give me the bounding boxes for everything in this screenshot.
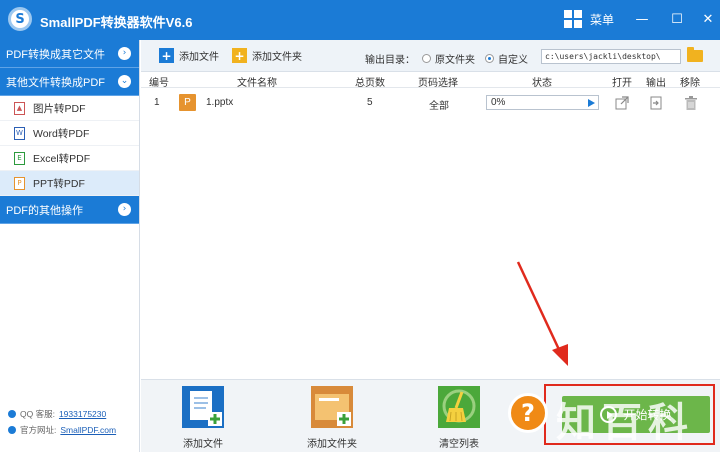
bottom-add-folder-label: 添加文件夹 — [307, 439, 357, 450]
sidebar-section-pdf-other-ops[interactable]: PDF的其他操作 › — [0, 196, 139, 224]
sidebar: PDF转换成其它文件 › 其他文件转换成PDF ⌄ ▲ 图片转PDF W Wor… — [0, 40, 140, 452]
ppt-file-icon: P — [179, 94, 196, 111]
clear-list-button[interactable]: 清空列表 — [424, 386, 494, 450]
table-header: 编号 文件名称 总页数 页码选择 状态 打开 输出 移除 — [141, 72, 720, 89]
output-icon[interactable] — [650, 96, 662, 110]
excel-file-icon: E — [14, 151, 25, 165]
row-page-select[interactable]: 全部 — [429, 97, 449, 112]
radio-custom-label: 自定义 — [498, 55, 528, 66]
sidebar-item-excel-to-pdf[interactable]: E Excel转PDF — [0, 146, 139, 171]
row-pages: 5 — [367, 97, 373, 108]
minimize-button[interactable]: — — [630, 8, 654, 30]
conversion-progress-bar: 0% — [486, 95, 599, 110]
add-file-button[interactable]: + 添加文件 — [159, 48, 219, 63]
folder-plus-icon: + — [232, 48, 247, 63]
toolbar: + 添加文件 + 添加文件夹 输出目录： 原文件夹 自定义 — [141, 40, 720, 72]
sidebar-item-ppt-to-pdf[interactable]: P PPT转PDF — [0, 171, 139, 196]
qq-icon — [8, 410, 16, 418]
start-convert-button[interactable]: 开始转换 — [562, 396, 710, 433]
col-open: 打开 — [612, 78, 632, 89]
bottom-add-file-button[interactable]: 添加文件 — [168, 386, 238, 450]
output-dir-label: 输出目录： — [365, 55, 415, 66]
radio-custom-folder[interactable]: 自定义 — [485, 51, 528, 66]
progress-text: 0% — [491, 97, 506, 108]
start-convert-highlight[interactable]: 开始转换 — [544, 384, 715, 445]
plus-icon: + — [159, 48, 174, 63]
word-file-icon: W — [14, 126, 25, 140]
sidebar-item-label: 图片转PDF — [33, 102, 86, 115]
broom-icon — [438, 386, 480, 428]
chevron-right-icon: › — [118, 47, 131, 60]
menu-label: 菜单 — [590, 12, 615, 27]
qq-label: QQ 客服: — [20, 409, 55, 419]
sidebar-section-pdf-to-other[interactable]: PDF转换成其它文件 › — [0, 40, 139, 68]
row-index: 1 — [154, 97, 160, 108]
sidebar-item-label: Word转PDF — [33, 127, 90, 140]
website-label: 官方网址: — [20, 425, 57, 435]
add-folder-button[interactable]: + 添加文件夹 — [232, 48, 302, 63]
radio-circle-icon — [422, 54, 431, 63]
play-icon[interactable] — [588, 99, 595, 107]
chevron-right-icon: › — [118, 203, 131, 216]
start-convert-label: 开始转换 — [623, 408, 672, 422]
open-external-icon[interactable] — [615, 96, 629, 110]
col-status: 状态 — [532, 78, 552, 89]
sidebar-item-label: PPT转PDF — [33, 177, 85, 190]
app-logo-icon: S — [8, 7, 32, 31]
annotation-arrow — [516, 261, 568, 366]
sidebar-item-label: Excel转PDF — [33, 152, 91, 165]
sidebar-section-label: PDF转换成其它文件 — [6, 48, 105, 61]
image-file-icon: ▲ — [14, 101, 25, 115]
clear-list-label: 清空列表 — [439, 439, 479, 450]
col-pages: 总页数 — [355, 78, 385, 89]
radio-source-folder[interactable]: 原文件夹 — [422, 51, 475, 66]
app-title: SmallPDF转换器软件V6.6 — [40, 15, 193, 30]
col-remove: 移除 — [680, 78, 700, 89]
col-filename: 文件名称 — [237, 78, 277, 89]
add-folder-label: 添加文件夹 — [252, 52, 302, 63]
radio-source-label: 原文件夹 — [435, 55, 475, 66]
play-circle-icon — [600, 406, 618, 423]
trash-icon[interactable] — [685, 96, 697, 110]
col-page-select: 页码选择 — [418, 78, 458, 89]
sidebar-footer: QQ 客服: 1933175230 官方网址: SmallPDF.com — [8, 406, 116, 438]
chevron-down-icon: ⌄ — [118, 75, 131, 88]
maximize-button[interactable]: ☐ — [665, 8, 689, 30]
ppt-file-icon: P — [14, 176, 25, 190]
qq-number-link[interactable]: 1933175230 — [59, 406, 106, 422]
website-link[interactable]: SmallPDF.com — [60, 422, 116, 438]
col-index: 编号 — [149, 78, 169, 89]
table-row[interactable]: 1 P 1.pptx 5 全部 0% — [141, 91, 720, 115]
row-filename: 1.pptx — [206, 97, 234, 108]
menu-button[interactable]: 菜单 — [564, 10, 614, 28]
sidebar-item-image-to-pdf[interactable]: ▲ 图片转PDF — [0, 96, 139, 121]
website-icon — [8, 426, 16, 434]
add-file-large-icon — [182, 386, 224, 428]
sidebar-section-label: PDF的其他操作 — [6, 204, 83, 217]
close-button[interactable]: ✕ — [696, 8, 720, 30]
add-file-label: 添加文件 — [179, 52, 219, 63]
bottom-add-file-label: 添加文件 — [183, 439, 223, 450]
radio-selected-icon — [485, 54, 494, 63]
menu-grid-icon — [564, 10, 582, 28]
bottom-add-folder-button[interactable]: 添加文件夹 — [297, 386, 367, 450]
col-output: 输出 — [646, 78, 666, 89]
title-bar: S SmallPDF转换器软件V6.6 菜单 — ☐ ✕ — [0, 0, 720, 40]
add-folder-large-icon — [311, 386, 353, 428]
sidebar-section-label: 其他文件转换成PDF — [6, 76, 105, 89]
sidebar-item-word-to-pdf[interactable]: W Word转PDF — [0, 121, 139, 146]
output-path-input[interactable] — [541, 49, 681, 64]
sidebar-section-other-to-pdf[interactable]: 其他文件转换成PDF ⌄ — [0, 68, 139, 96]
browse-folder-icon[interactable] — [687, 47, 703, 62]
